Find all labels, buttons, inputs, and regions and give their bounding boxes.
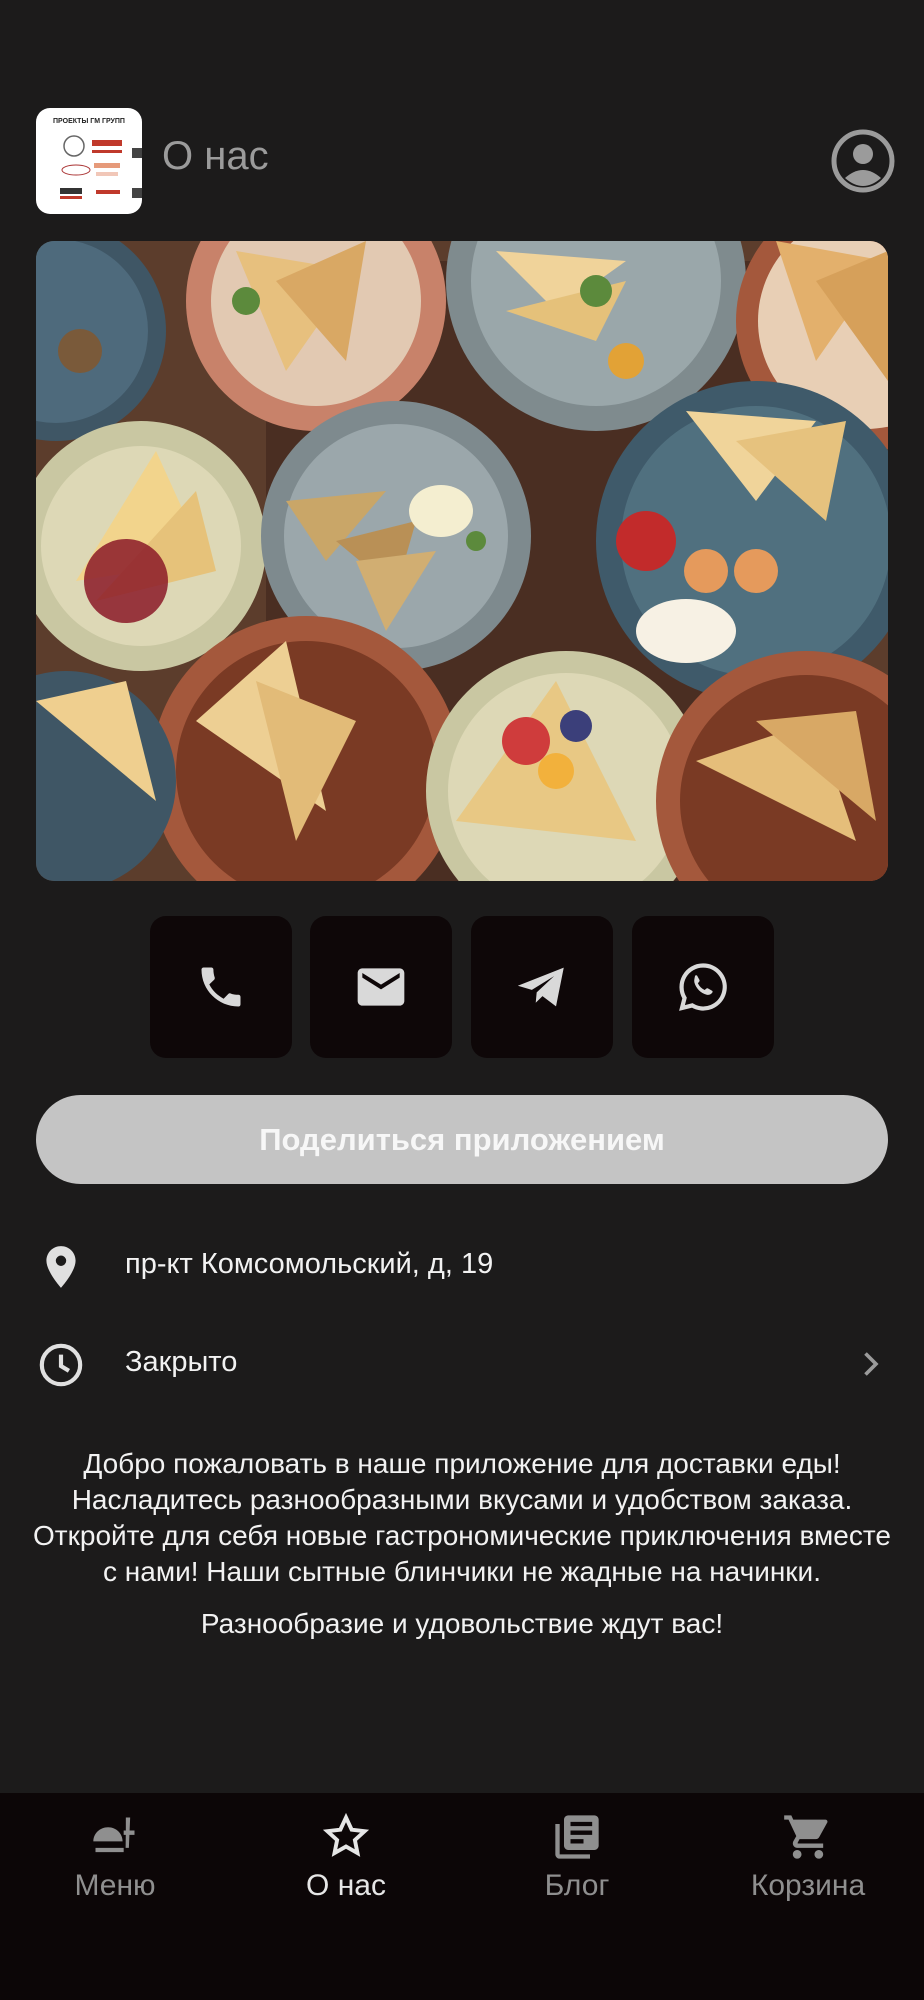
logo-art-icon — [60, 135, 142, 199]
about-paragraph-1: Добро пожаловать в наше приложение для д… — [33, 1448, 891, 1587]
header: ПРОЕКТЫ ГМ ГРУПП О нас — [36, 108, 895, 214]
address-row[interactable]: пр-кт Комсомольский, д, 19 — [36, 1236, 888, 1296]
nav-blog-label: Блог — [544, 1869, 610, 1902]
share-app-button[interactable]: Поделиться приложением — [36, 1095, 888, 1184]
nav-about-label: О нас — [306, 1869, 386, 1902]
about-text: Добро пожаловать в наше приложение для д… — [30, 1446, 894, 1658]
mail-icon — [357, 968, 405, 1006]
nav-menu[interactable]: Меню — [15, 1811, 215, 1921]
about-paragraph-2: Разнообразие и удовольствие ждут вас! — [200, 1608, 724, 1639]
phone-icon — [201, 967, 241, 1007]
star-icon — [322, 1812, 370, 1857]
library-books-icon — [555, 1815, 599, 1859]
opening-hours-row[interactable]: Закрыто — [36, 1334, 888, 1394]
bottom-navigation: Меню О нас Блог Корзина — [0, 1793, 924, 2000]
nav-menu-label: Меню — [74, 1869, 156, 1902]
telegram-icon — [517, 967, 564, 1007]
cart-icon — [784, 1815, 828, 1859]
call-button[interactable] — [150, 916, 292, 1058]
whatsapp-icon — [679, 963, 727, 1011]
nav-cart[interactable]: Корзина — [708, 1811, 908, 1921]
profile-icon[interactable] — [830, 128, 896, 194]
hero-food-image — [36, 241, 888, 881]
clock-icon — [39, 1343, 83, 1387]
telegram-button[interactable] — [471, 916, 613, 1058]
whatsapp-button[interactable] — [632, 916, 774, 1058]
brand-logo: ПРОЕКТЫ ГМ ГРУПП — [36, 108, 142, 214]
location-pin-icon — [46, 1246, 76, 1288]
email-button[interactable] — [310, 916, 452, 1058]
contact-buttons — [150, 916, 774, 1060]
address-text: пр-кт Комсомольский, д, 19 — [125, 1248, 494, 1280]
food-menu-icon — [93, 1817, 135, 1853]
hours-status: Закрыто — [125, 1346, 238, 1378]
nav-cart-label: Корзина — [750, 1869, 866, 1902]
nav-blog[interactable]: Блог — [477, 1811, 677, 1921]
chevron-right-icon — [864, 1352, 879, 1376]
page-title: О нас — [162, 134, 269, 178]
nav-about[interactable]: О нас — [246, 1811, 446, 1921]
